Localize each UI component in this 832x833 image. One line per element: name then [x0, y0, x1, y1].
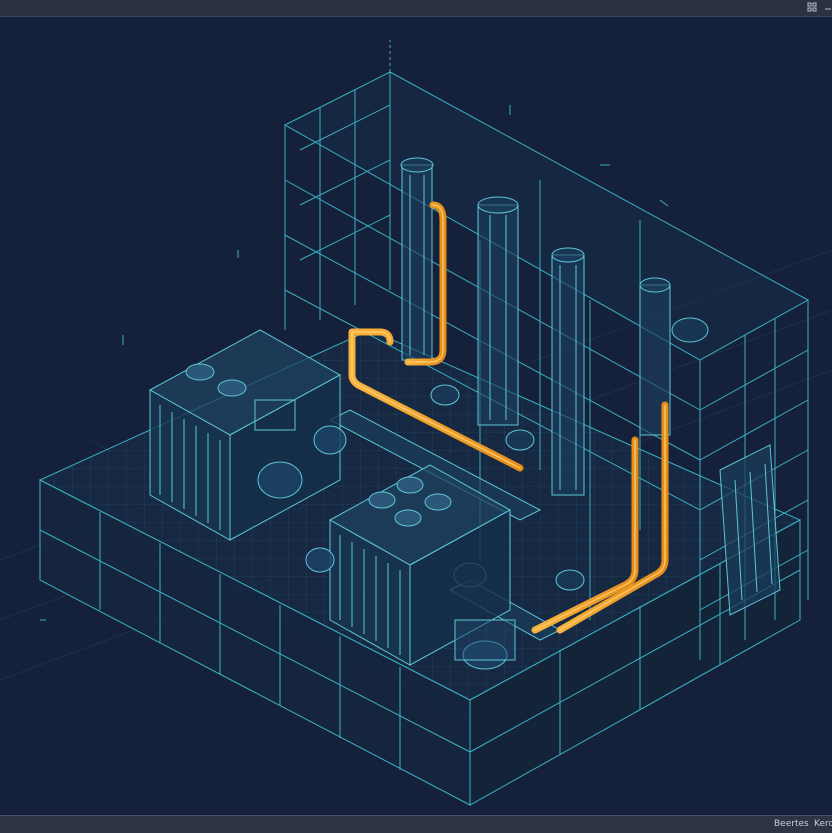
status-tab-2[interactable]: Kerde [814, 818, 832, 831]
status-bar: Beertes Kerde [0, 815, 832, 833]
control-cabinet [719, 444, 781, 616]
grid-icon[interactable] [806, 2, 818, 14]
minimize-icon[interactable] [822, 2, 832, 14]
title-bar [0, 0, 832, 17]
isometric-plant-drawing [0, 40, 832, 806]
status-tab-1[interactable]: Beertes [774, 818, 809, 831]
cad-viewport[interactable] [0, 17, 832, 815]
